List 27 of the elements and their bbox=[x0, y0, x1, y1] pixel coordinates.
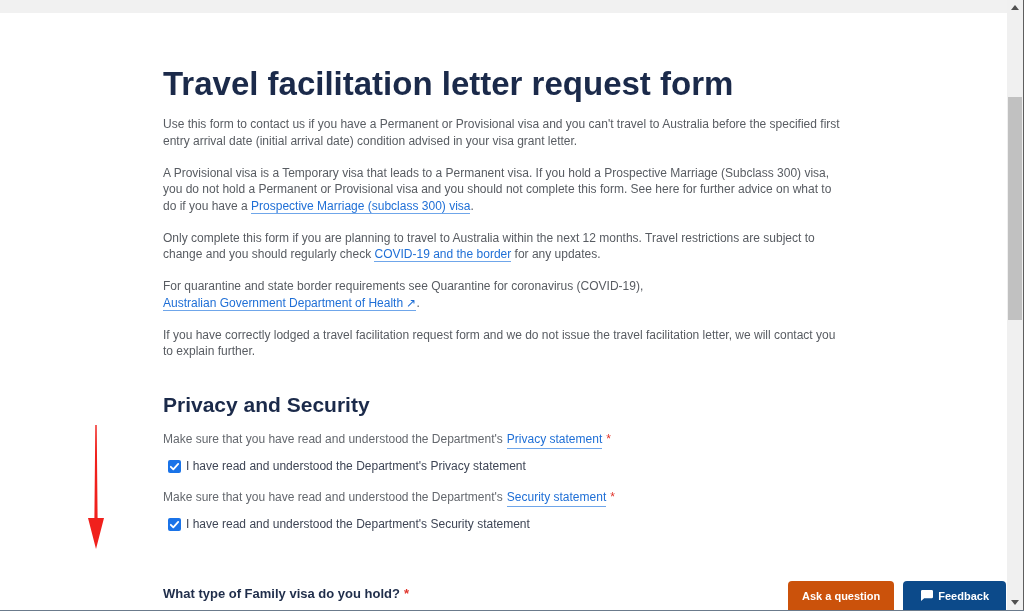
link[interactable]: COVID-19 and the border bbox=[374, 247, 512, 262]
section-heading: Privacy and Security bbox=[163, 391, 371, 418]
down-arrow-icon bbox=[87, 425, 105, 549]
checkbox[interactable] bbox=[168, 459, 181, 473]
paragraph: Only complete this form if you are planning to travel to Australia within the next 12 months. Travel restrictions are subject to change and you should regularly check COVID-19 and the border for any updates. bbox=[163, 229, 816, 263]
feedback-button[interactable]: Feedback bbox=[903, 581, 1006, 610]
chat-icon bbox=[921, 590, 934, 601]
paragraph: For quarantine and state border requirements see Quarantine for coronavirus (COVID-19), Australian Government Department of Health ↗. bbox=[163, 278, 645, 311]
link[interactable]: Security statement bbox=[506, 489, 607, 507]
page-title: Travel facilitation letter request form bbox=[163, 64, 735, 104]
scrollbar-thumb[interactable] bbox=[1008, 97, 1022, 320]
paragraph: If you have correctly lodged a travel facilitation request form and we do not issue the travel facilitation letter, we will contact you to explain further. bbox=[163, 326, 837, 360]
link[interactable]: Privacy statement bbox=[506, 431, 603, 449]
checkbox-label[interactable]: I have read and understood the Department's Privacy statement bbox=[186, 458, 526, 475]
paragraph: A Provisional visa is a Temporary visa that leads to a Permanent visa. If you hold a Prospective Marriage (Subclass 300) visa, you do not hold a Permanent or Provisional visa and you should not complete this form. See here for further advice on what to do if you have a Prospective Marriage (subclass 300) visa. bbox=[163, 164, 833, 214]
scrollbar[interactable] bbox=[1007, 0, 1024, 610]
link[interactable]: Australian Government Department of Health ↗ bbox=[163, 295, 417, 311]
question-label: What type of Family visa do you hold? bbox=[163, 585, 400, 604]
paragraph: Use this form to contact us if you have a Permanent or Provisional visa and you can't travel to Australia before the specified first entry arrival date (initial arrival date) condition advised in your visa grant letter. bbox=[163, 116, 841, 149]
required-mark: * bbox=[610, 489, 615, 506]
ask-question-button[interactable]: Ask a question bbox=[788, 581, 895, 610]
checkbox-label[interactable]: I have read and understood the Department's Security statement bbox=[186, 516, 530, 533]
required-mark: * bbox=[606, 431, 611, 448]
required-mark: * bbox=[403, 585, 409, 604]
statement-prompt: Make sure that you have read and understood the Department's bbox=[163, 431, 503, 448]
statement-prompt: Make sure that you have read and understood the Department's bbox=[163, 489, 503, 506]
checkbox[interactable] bbox=[168, 517, 181, 531]
